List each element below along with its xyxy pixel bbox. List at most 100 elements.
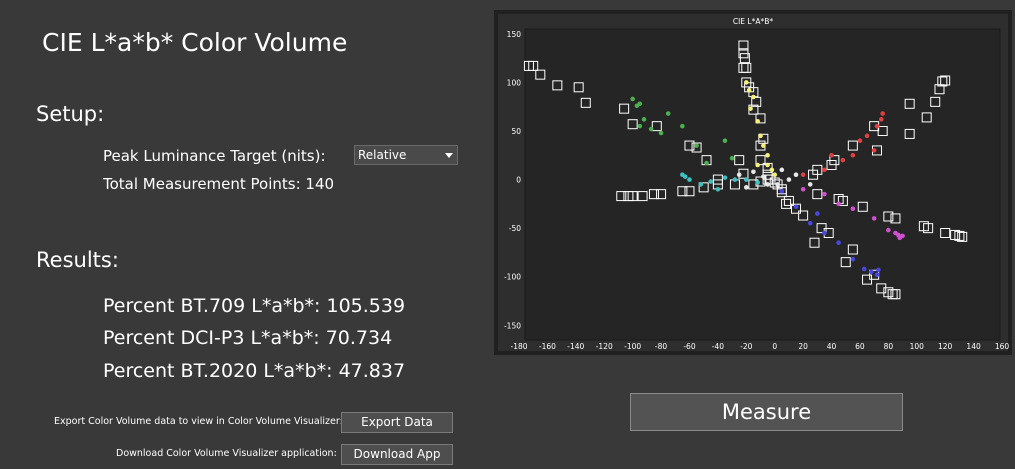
x-tick-label: -40 <box>712 342 724 351</box>
x-tick-label: 80 <box>884 342 894 351</box>
x-tick-label: 60 <box>855 342 865 351</box>
target-point <box>871 216 877 221</box>
download-label: Download Color Volume Visualizer applica… <box>116 448 337 459</box>
x-tick-label: 20 <box>798 342 808 351</box>
target-point <box>822 230 827 236</box>
y-tick-label: -150 <box>504 321 521 330</box>
chart-title: CIE L*A*B* <box>733 17 774 26</box>
target-point <box>874 123 880 129</box>
total-points-label: Total Measurement Points: 140 <box>103 175 335 193</box>
target-point <box>698 182 704 187</box>
x-tick-label: 120 <box>938 342 953 351</box>
plot-area <box>524 28 1001 341</box>
x-tick-label: 160 <box>995 342 1010 351</box>
target-point <box>694 143 699 148</box>
x-tick-label: -80 <box>655 342 667 351</box>
target-point <box>869 269 874 275</box>
target-point <box>840 157 846 163</box>
target-point <box>665 111 671 116</box>
target-point <box>751 94 756 100</box>
x-tick-label: -60 <box>683 342 695 351</box>
target-point <box>743 177 749 182</box>
peak-luminance-label: Peak Luminance Target (nits): <box>103 147 326 165</box>
target-point <box>758 133 763 139</box>
target-point <box>769 167 775 173</box>
target-point <box>641 117 647 122</box>
target-point <box>722 175 728 180</box>
y-tick-label: 150 <box>507 30 522 39</box>
target-point <box>704 160 709 166</box>
target-point <box>648 126 654 132</box>
target-point <box>779 188 785 194</box>
target-point <box>748 106 753 111</box>
target-point <box>871 148 877 153</box>
chevron-down-icon <box>445 153 453 158</box>
lab-chart: CIE L*A*B* -180 -160 -140 -120 -100 -80 -60 -40… <box>494 10 1012 355</box>
y-tick-label: 0 <box>516 176 521 185</box>
lab-chart-svg: CIE L*A*B* -180 -160 -140 -120 -100 -80 -60 -40… <box>494 10 1012 355</box>
result-bt709: Percent BT.709 L*a*b*: 105.539 <box>103 295 406 317</box>
target-point <box>708 179 714 184</box>
target-point <box>786 177 792 182</box>
target-point <box>864 133 870 139</box>
target-point <box>746 87 752 93</box>
target-point <box>775 182 780 187</box>
target-point <box>815 211 820 216</box>
target-point <box>880 111 885 116</box>
target-point <box>637 123 643 129</box>
result-dcip3: Percent DCI-P3 L*a*b*: 70.734 <box>103 327 393 349</box>
target-point <box>637 101 643 107</box>
target-point <box>772 172 778 178</box>
target-point <box>807 220 813 226</box>
target-point <box>836 240 841 246</box>
measure-button[interactable]: Measure <box>630 393 903 431</box>
results-heading: Results: <box>36 248 119 272</box>
target-point <box>829 152 834 158</box>
target-point <box>722 138 728 144</box>
target-point <box>765 152 770 158</box>
target-point <box>630 96 635 102</box>
target-point <box>779 167 785 173</box>
target-point <box>800 186 806 192</box>
target-point <box>874 272 880 278</box>
target-point <box>800 172 806 178</box>
x-tick-label: -120 <box>596 342 613 351</box>
x-tick-label: 40 <box>827 342 837 351</box>
page-title: CIE L*a*b* Color Volume <box>42 28 348 57</box>
target-point <box>761 143 766 148</box>
target-point <box>876 267 881 273</box>
target-point <box>755 162 760 168</box>
x-tick-label: 100 <box>910 342 925 351</box>
target-point <box>755 118 760 124</box>
target-point <box>900 233 905 239</box>
target-point <box>729 155 735 161</box>
target-point <box>765 182 770 187</box>
x-tick-label: -180 <box>510 342 527 351</box>
target-point <box>761 174 766 179</box>
target-point <box>822 191 827 197</box>
peak-luminance-select[interactable]: Relative <box>354 145 458 165</box>
result-bt2020: Percent BT.2020 L*a*b*: 47.837 <box>103 360 406 382</box>
x-tick-label: -160 <box>539 342 556 351</box>
target-point <box>861 266 867 272</box>
y-tick-label: -100 <box>504 273 521 282</box>
target-point <box>886 227 891 233</box>
target-point <box>857 138 863 144</box>
y-tick-label: -50 <box>509 224 521 233</box>
target-point <box>751 169 756 175</box>
target-point <box>807 182 813 187</box>
setup-heading: Setup: <box>36 102 105 126</box>
target-point <box>687 177 692 182</box>
target-point <box>715 186 721 192</box>
target-point <box>732 177 738 182</box>
download-app-button[interactable]: Download App <box>341 444 453 465</box>
export-data-button[interactable]: Export Data <box>341 412 453 433</box>
target-point <box>658 130 664 136</box>
x-tick-label: 0 <box>772 342 777 351</box>
target-point <box>793 172 799 178</box>
target-point <box>822 167 827 173</box>
target-point <box>755 180 760 185</box>
target-point <box>680 123 685 129</box>
target-point <box>743 80 749 85</box>
target-point <box>736 172 742 178</box>
